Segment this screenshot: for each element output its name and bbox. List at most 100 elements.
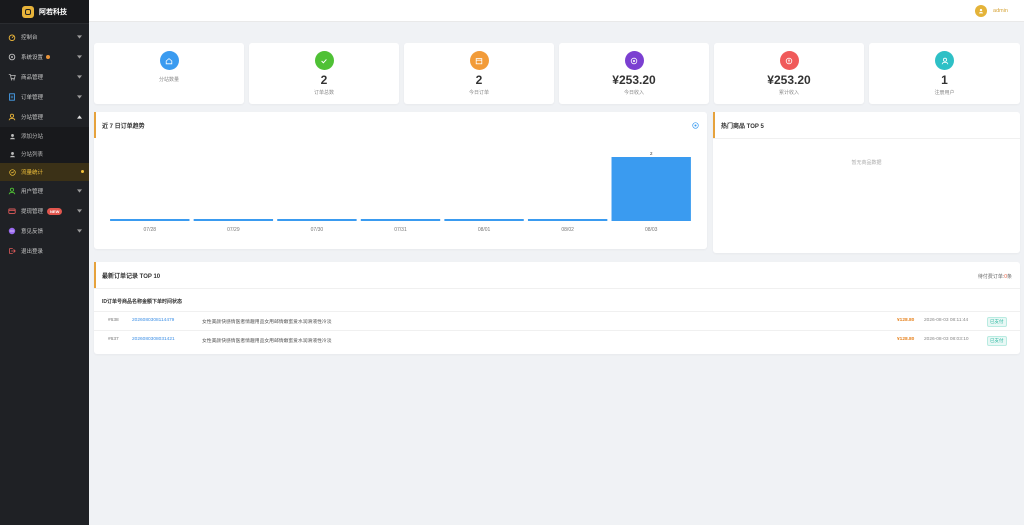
x-tick-label: 07/29 — [227, 227, 240, 233]
sidebar-item-products[interactable]: 商品管理 — [0, 67, 89, 87]
money-icon — [779, 51, 799, 70]
top-products-panel: 热门商品 TOP 5 暂无商品数据 — [713, 112, 1020, 253]
chart-bar — [360, 219, 441, 221]
x-tick-label: 08/02 — [561, 227, 574, 233]
sidebar-item-label: 商品管理 — [21, 75, 44, 81]
x-tick-label: 08/01 — [478, 227, 491, 233]
order-product: 女性美颜快感情医者情趣用品女用邮情嫩蜜爱水润滑液性冷淡 — [202, 320, 332, 325]
sidebar-item-logout[interactable]: 退出登录 — [0, 241, 89, 261]
top-products-empty: 暂无商品数据 — [851, 160, 882, 166]
stat-label: 今日收入 — [623, 90, 644, 96]
order-icon — [8, 93, 16, 101]
stat-label: 今日订单 — [468, 90, 489, 96]
user-menu[interactable]: admin — [975, 5, 1008, 17]
avatar[interactable] — [975, 5, 988, 17]
sidebar-item-orders[interactable]: 订单管理 — [0, 87, 89, 107]
cart-icon — [8, 73, 16, 81]
chart-bar — [110, 219, 190, 221]
sidebar-nav: 控制台 系统设置 商品管理 订单管理 分站管理 添加分站 分站列表 流量统计 用… — [0, 24, 89, 261]
recent-orders-title: 最新订单记录 TOP 10 — [102, 273, 161, 280]
table-row[interactable]: #638 2026080308114479 女性美颜快感情医者情趣用品女用邮情嫩… — [94, 311, 1020, 330]
sidebar-item-feedback[interactable]: 意见反馈 — [0, 221, 89, 241]
logout-icon — [8, 247, 16, 255]
sidebar-item-dashboard[interactable]: 控制台 — [0, 27, 89, 47]
user-add-icon — [9, 133, 16, 140]
users-icon — [935, 51, 954, 70]
chevron-up-icon — [77, 115, 82, 119]
bar-data-label: 2 — [650, 151, 653, 156]
sidebar-item-withdraw[interactable]: 提现管理 NEW — [0, 201, 89, 221]
stat-card-today-income: ¥253.20 今日收入 — [559, 43, 709, 104]
sidebar-item-settings[interactable]: 系统设置 — [0, 47, 89, 67]
sidebar-item-label: 退出登录 — [21, 249, 44, 255]
stats-icon — [9, 168, 16, 176]
order-id: #638 — [108, 318, 119, 323]
stat-label: 订单总数 — [313, 90, 334, 96]
refresh-icon[interactable] — [692, 122, 699, 129]
stat-value: 2 — [320, 73, 328, 87]
active-dot — [81, 170, 84, 173]
chart-bar — [277, 219, 357, 221]
feedback-icon — [8, 227, 16, 235]
chevron-down-icon — [77, 229, 82, 233]
table-row[interactable]: #637 2026080308031421 女性美颜快感情医者情趣用品女用邮情嫩… — [94, 330, 1020, 349]
recent-orders-panel: 最新订单记录 TOP 10 待付费订单:0条 ID订单号商品名称金额下单时间状态… — [94, 262, 1020, 354]
sidebar-subitem-traffic-stats[interactable]: 流量统计 — [0, 163, 89, 181]
new-badge: NEW — [47, 207, 63, 215]
stat-value: 2 — [475, 73, 483, 87]
brand: 阿若科技 — [0, 0, 89, 24]
x-tick-label: 07/31 — [394, 227, 407, 233]
stat-card-total-orders: 2 订单总数 — [249, 43, 399, 104]
chart-bar — [611, 157, 691, 221]
sidebar-subitem-add-branch[interactable]: 添加分站 — [0, 127, 89, 145]
sidebar-item-label: 意见反馈 — [21, 229, 44, 235]
recent-orders-header: 最新订单记录 TOP 10 — [94, 262, 1020, 288]
chart-bar — [193, 219, 274, 221]
chevron-down-icon — [77, 55, 82, 59]
stat-value: 1 — [941, 73, 948, 87]
order-product: 女性美颜快感情医者情趣用品女用邮情嫩蜜爱水润滑液性冷淡 — [202, 339, 332, 344]
dashboard-icon — [8, 33, 16, 41]
user-list-icon — [9, 151, 16, 158]
stat-value: ¥253.20 — [612, 73, 656, 87]
stat-card-today-orders: 2 今日订单 — [404, 43, 554, 104]
x-tick-label: 07/28 — [144, 227, 157, 233]
top-header: admin — [89, 0, 1024, 22]
sidebar: 阿若科技 控制台 系统设置 商品管理 订单管理 分站管理 添加分站 分站列表 流… — [0, 0, 89, 525]
coin-icon — [624, 51, 644, 70]
calendar-icon — [469, 51, 489, 70]
sidebar-subitem-label: 添加分站 — [21, 134, 44, 140]
orders-table-header: ID订单号商品名称金额下单时间状态 — [102, 299, 183, 305]
stat-label: 分站数量 — [158, 77, 179, 83]
chevron-down-icon — [77, 189, 82, 193]
sidebar-item-label: 系统设置 — [21, 55, 44, 61]
stat-card-branches: 分站数量 — [94, 43, 244, 104]
sidebar-item-label: 提现管理 — [21, 209, 44, 215]
sidebar-subitem-branch-list[interactable]: 分站列表 — [0, 145, 89, 163]
trend-chart-header: 近 7 日订单趋势 — [94, 112, 707, 138]
pending-orders-link[interactable]: 待付费订单:0条 — [978, 273, 1012, 280]
order-id: #637 — [108, 337, 119, 342]
sidebar-item-branches[interactable]: 分站管理 — [0, 107, 89, 127]
home-icon — [159, 51, 179, 70]
order-number-link[interactable]: 2026080308031421 — [132, 337, 175, 342]
user-avatar-icon — [978, 8, 984, 14]
sidebar-item-label: 用户管理 — [21, 189, 44, 195]
stat-label: 累计收入 — [778, 90, 799, 96]
sidebar-subitem-label: 分站列表 — [21, 152, 44, 158]
brand-name: 阿若科技 — [39, 8, 67, 16]
gear-icon — [8, 53, 16, 61]
top-products-title: 热门商品 TOP 5 — [721, 123, 764, 130]
order-number-link[interactable]: 2026080308114479 — [132, 318, 174, 323]
chevron-down-icon — [77, 75, 82, 79]
chevron-down-icon — [77, 35, 82, 39]
x-tick-label: 08/03 — [645, 227, 658, 233]
sidebar-item-label: 控制台 — [21, 35, 38, 41]
stat-value: ¥253.20 — [767, 73, 811, 87]
user-icon — [8, 187, 16, 195]
order-amount: ¥128.80 — [897, 337, 915, 342]
sidebar-item-users[interactable]: 用户管理 — [0, 181, 89, 201]
user-name[interactable]: admin — [993, 8, 1008, 14]
check-icon — [314, 51, 334, 70]
chevron-down-icon — [77, 209, 82, 213]
